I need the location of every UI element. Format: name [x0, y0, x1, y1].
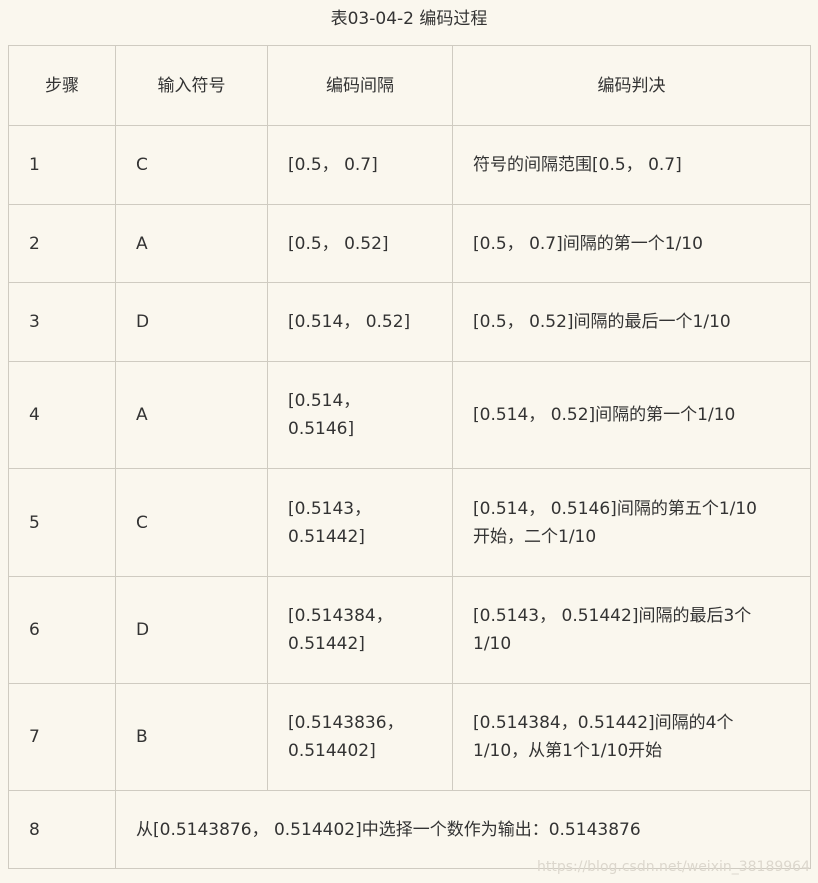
cell-step: 8 — [8, 790, 116, 869]
header-encoding-decision: 编码判决 — [452, 45, 811, 126]
cell-decision: [0.5143， 0.51442]间隔的最后3个 1/10 — [452, 576, 811, 684]
decision-line: 符号的间隔范围[0.5， 0.7] — [473, 155, 682, 175]
cell-step: 3 — [8, 282, 116, 362]
interval-line: [0.5， 0.52] — [288, 233, 389, 254]
decision-line: 开始，二个1/10 — [473, 526, 597, 547]
cell-decision: [0.514， 0.5146]间隔的第五个1/10 开始，二个1/10 — [452, 468, 811, 577]
cell-step: 6 — [8, 576, 116, 684]
cell-decision: [0.514384，0.51442]间隔的4个 1/10，从第1个1/10开始 — [452, 683, 811, 791]
header-input-symbol: 输入符号 — [115, 45, 268, 126]
cell-final-output: 从[0.5143876， 0.514402]中选择一个数作为输出：0.51438… — [115, 790, 811, 869]
watermark: https://blog.csdn.net/weixin_38189964 — [536, 859, 810, 875]
interval-line: [0.5143， — [288, 498, 372, 519]
interval-line: [0.514384， — [288, 606, 393, 626]
table-header-row: 步骤 输入符号 编码间隔 编码判决 — [8, 45, 811, 126]
header-step: 步骤 — [8, 45, 116, 126]
header-encoding-interval: 编码间隔 — [267, 45, 453, 126]
encoding-process-table: 步骤 输入符号 编码间隔 编码判决 1 C [0.5， 0.7] 符号的间隔范围… — [8, 45, 811, 869]
cell-interval: [0.514384， 0.51442] — [267, 576, 453, 684]
interval-line: 0.5146] — [288, 419, 355, 439]
table-row: 7 B [0.5143836， 0.514402] [0.514384，0.514… — [8, 683, 811, 791]
cell-interval: [0.5143836， 0.514402] — [267, 683, 453, 791]
table-row: 2 A [0.5， 0.52] [0.5， 0.7]间隔的第一个1/10 — [8, 204, 811, 283]
decision-line: 1/10 — [473, 634, 512, 654]
cell-interval: [0.5143， 0.51442] — [267, 468, 453, 577]
cell-decision: 符号的间隔范围[0.5， 0.7] — [452, 125, 811, 205]
table-row: 3 D [0.514， 0.52] [0.5， 0.52]间隔的最后一个1/10 — [8, 282, 811, 362]
cell-symbol: B — [115, 683, 268, 791]
cell-symbol: C — [115, 468, 268, 577]
interval-line: [0.5143836， — [288, 713, 404, 733]
table-row: 6 D [0.514384， 0.51442] [0.5143， 0.51442]… — [8, 576, 811, 684]
cell-symbol: D — [115, 576, 268, 684]
decision-line: [0.5， 0.52]间隔的最后一个1/10 — [473, 312, 731, 332]
interval-line: [0.514， — [288, 391, 361, 411]
table-row-final: 8 从[0.5143876， 0.514402]中选择一个数作为输出：0.514… — [8, 790, 811, 869]
cell-interval: [0.5， 0.52] — [267, 204, 453, 283]
cell-decision: [0.514， 0.52]间隔的第一个1/10 — [452, 361, 811, 469]
cell-symbol: A — [115, 204, 268, 283]
cell-step: 4 — [8, 361, 116, 469]
cell-decision: [0.5， 0.52]间隔的最后一个1/10 — [452, 282, 811, 362]
cell-step: 7 — [8, 683, 116, 791]
interval-line: 0.51442] — [288, 526, 365, 547]
cell-decision: [0.5， 0.7]间隔的第一个1/10 — [452, 204, 811, 283]
interval-line: 0.514402] — [288, 741, 376, 761]
cell-step: 5 — [8, 468, 116, 577]
decision-line: [0.5， 0.7]间隔的第一个1/10 — [473, 233, 703, 254]
table-row: 1 C [0.5， 0.7] 符号的间隔范围[0.5， 0.7] — [8, 125, 811, 205]
table-row: 4 A [0.514， 0.5146] [0.514， 0.52]间隔的第一个1/… — [8, 361, 811, 469]
decision-line: [0.514， 0.5146]间隔的第五个1/10 — [473, 498, 757, 519]
cell-interval: [0.514， 0.52] — [267, 282, 453, 362]
table-row: 5 C [0.5143， 0.51442] [0.514， 0.5146]间隔的第… — [8, 468, 811, 577]
cell-step: 2 — [8, 204, 116, 283]
interval-line: 0.51442] — [288, 634, 365, 654]
cell-step: 1 — [8, 125, 116, 205]
cell-symbol: A — [115, 361, 268, 469]
cell-symbol: C — [115, 125, 268, 205]
interval-line: [0.514， 0.52] — [288, 312, 411, 332]
interval-line: [0.5， 0.7] — [288, 155, 378, 175]
cell-interval: [0.514， 0.5146] — [267, 361, 453, 469]
cell-interval: [0.5， 0.7] — [267, 125, 453, 205]
decision-line: [0.5143， 0.51442]间隔的最后3个 — [473, 606, 752, 626]
decision-line: 1/10，从第1个1/10开始 — [473, 741, 663, 761]
decision-line: [0.514， 0.52]间隔的第一个1/10 — [473, 405, 736, 425]
cell-symbol: D — [115, 282, 268, 362]
table-caption: 表03-04-2 编码过程 — [330, 9, 488, 29]
decision-line: [0.514384，0.51442]间隔的4个 — [473, 713, 734, 733]
